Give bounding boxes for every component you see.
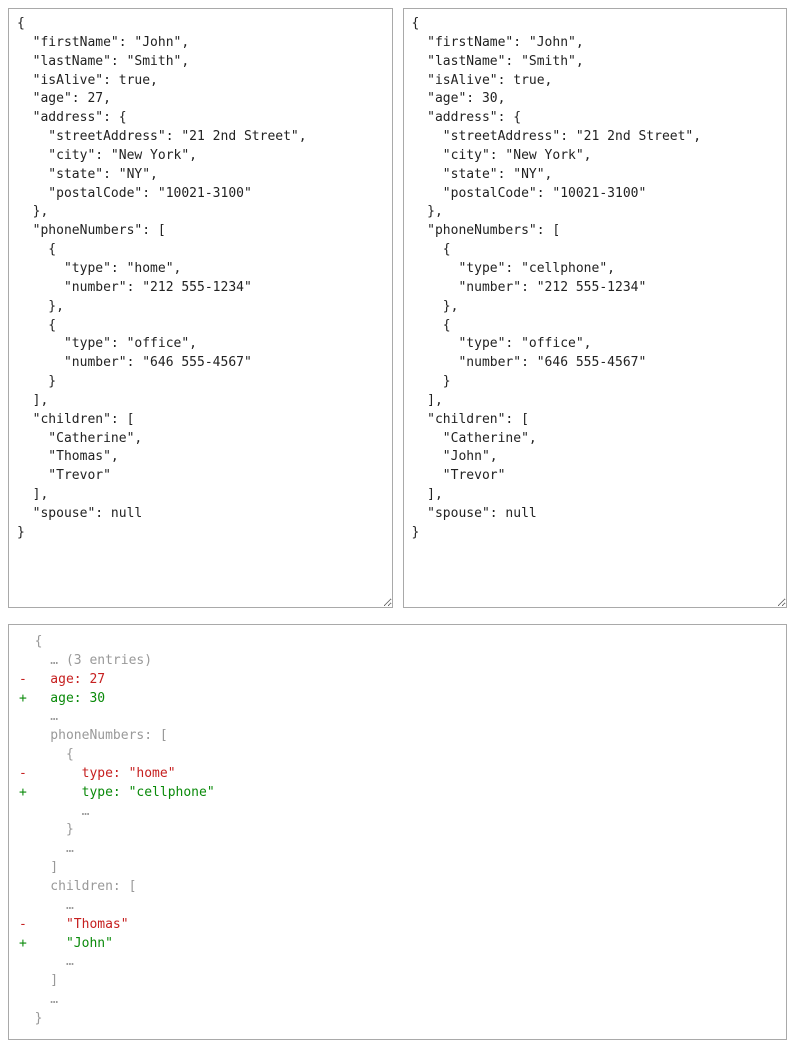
diff-line-ctx: { [19,633,776,652]
diff-line-ctx: … [19,708,776,727]
diff-line-ctx: … [19,840,776,859]
diff-line-ctx: ] [19,859,776,878]
diff-line-ctx: ] [19,972,776,991]
diff-line-ctx: … [19,803,776,822]
left-json-input[interactable] [8,8,393,608]
diff-output: { … (3 entries)- age: 27+ age: 30 … phon… [8,624,787,1040]
diff-line-ctx: } [19,821,776,840]
diff-line-ctx: { [19,746,776,765]
diff-line-minus: - age: 27 [19,671,776,690]
diff-line-ctx: … (3 entries) [19,652,776,671]
diff-line-plus: + age: 30 [19,690,776,709]
right-json-input[interactable] [403,8,788,608]
diff-line-plus: + type: "cellphone" [19,784,776,803]
diff-line-ctx: children: [ [19,878,776,897]
diff-line-ctx: phoneNumbers: [ [19,727,776,746]
diff-line-ctx: } [19,1010,776,1029]
diff-line-ctx: … [19,953,776,972]
diff-line-minus: - type: "home" [19,765,776,784]
diff-line-minus: - "Thomas" [19,916,776,935]
diff-line-ctx: … [19,897,776,916]
input-row [8,8,787,608]
diff-line-plus: + "John" [19,935,776,954]
diff-line-ctx: … [19,991,776,1010]
